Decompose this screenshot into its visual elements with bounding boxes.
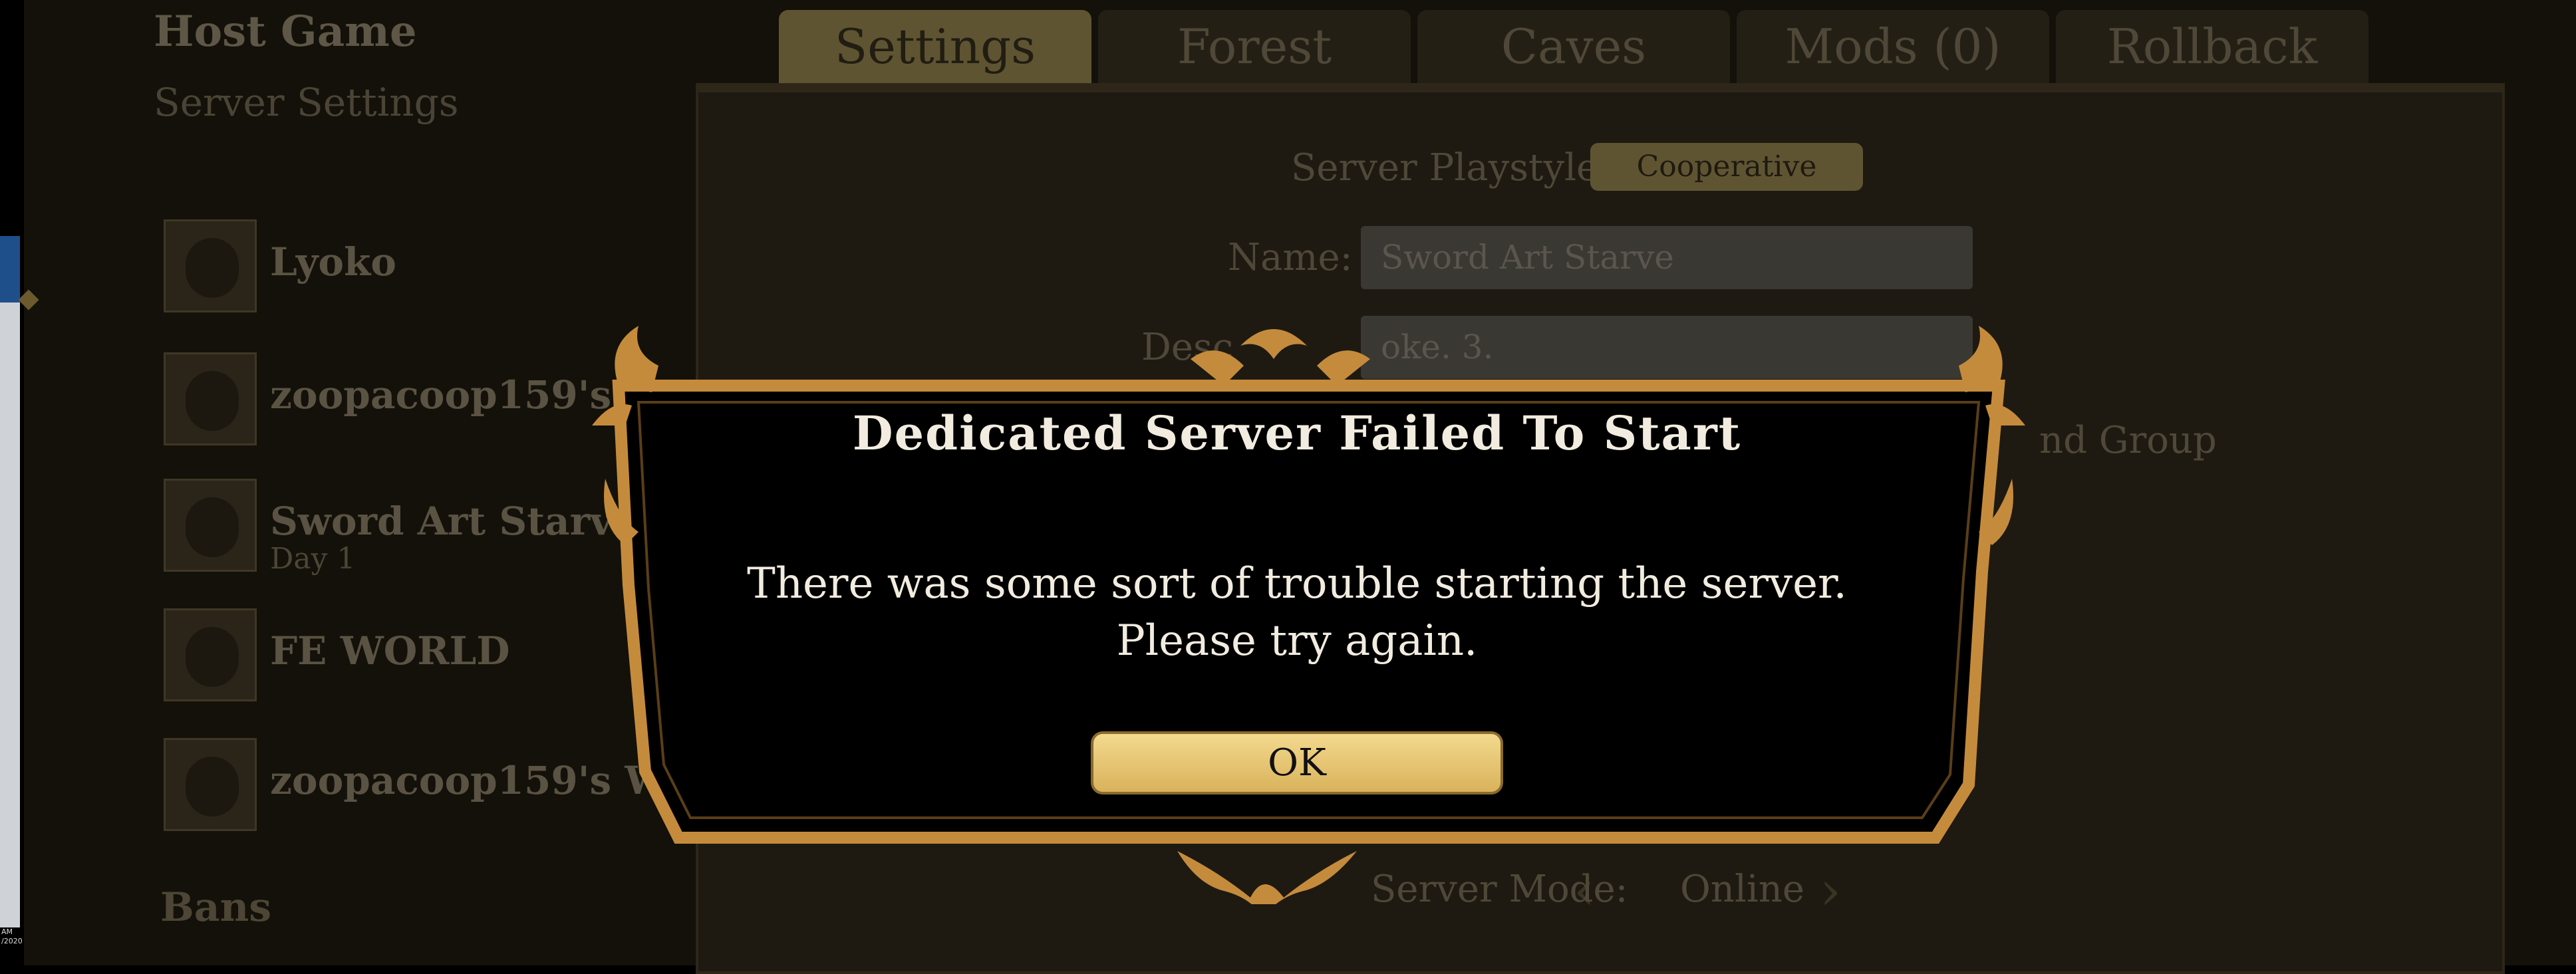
tab-caves[interactable]: Caves [1417,10,1730,83]
dialog-message: There was some sort of trouble starting … [747,559,1847,666]
tab-mods[interactable]: Mods (0) [1737,10,2049,83]
dialog-title: Dedicated Server Failed To Start [852,406,1742,461]
taskbar-clock: AM /2020 [1,927,23,945]
character-face-icon [186,371,239,431]
character-face-icon [186,757,239,816]
avatar [164,219,257,312]
server-day: Day 1 [270,542,356,576]
character-face-icon [186,497,239,557]
tab-rollback[interactable]: Rollback [2056,10,2368,83]
taskbar-strip: AM /2020 [0,0,24,965]
character-face-icon [186,627,239,687]
page-subtitle: Server Settings [154,80,459,125]
character-face-icon [186,238,239,298]
server-slot-2[interactable]: zoopacoop159's Wo [137,352,690,459]
page-title: Host Game [154,7,417,57]
avatar [164,738,257,831]
background-window [0,236,20,927]
server-name: Sword Art Starve [270,499,637,544]
playstyle-button[interactable]: Cooperative [1590,143,1863,191]
server-name: FE WORLD [270,628,510,673]
server-name: Lyoko [270,239,396,285]
tab-settings[interactable]: Settings [779,10,1091,83]
server-slot-4[interactable]: FE WORLD [137,608,603,715]
tab-forest[interactable]: Forest [1098,10,1411,83]
ok-button[interactable]: OK [1091,731,1503,794]
window-titlebar [0,236,20,303]
avatar [164,352,257,445]
avatar [164,479,257,572]
name-field[interactable]: Sword Art Starve [1361,226,1973,289]
group-label: nd Group [2039,419,2217,462]
server-slot-1[interactable]: Lyoko [137,219,603,326]
playstyle-label: Server Playstyle: [1291,146,1612,189]
server-slot-5[interactable]: zoopacoop159's Wor [137,738,711,844]
bans-label[interactable]: Bans [160,884,271,931]
name-label: Name: [1228,236,1353,279]
server-slot-3[interactable]: Sword Art Starve Day 1 [137,479,637,585]
avatar [164,608,257,701]
